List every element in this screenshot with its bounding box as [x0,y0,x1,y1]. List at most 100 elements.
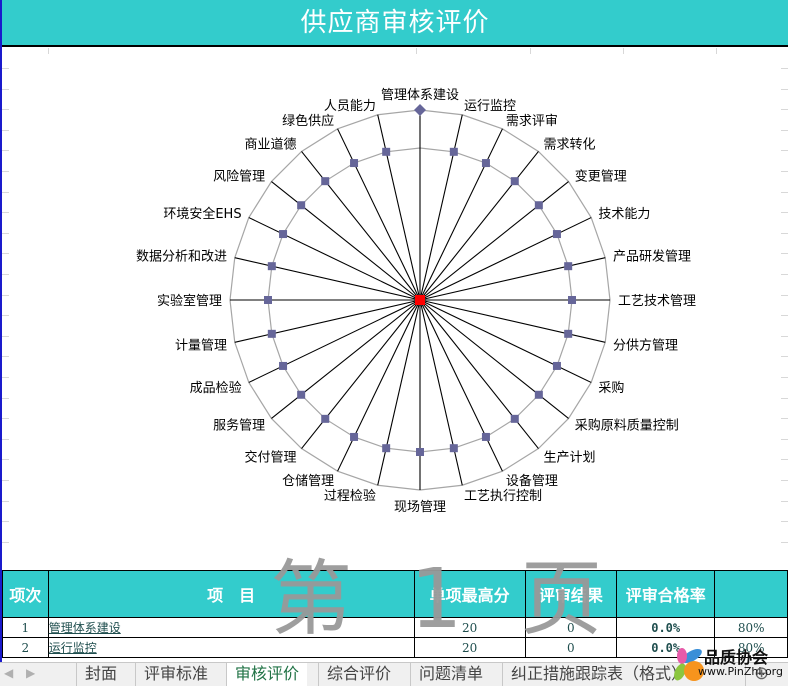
reference-point [321,177,330,186]
radar-spoke [271,299,421,419]
reference-point [321,414,330,423]
category-label: 设备管理 [506,473,558,489]
reference-point [279,230,288,239]
cell-result[interactable]: 0 [524,637,618,658]
category-label: 成品检验 [190,380,242,396]
tab-audit-evaluation[interactable]: 审核评价 [226,663,308,686]
radar-spoke [419,151,539,301]
category-label: 仓储管理 [282,474,334,489]
tab-standards[interactable]: 评审标准 [135,663,216,686]
reference-point-diamond [414,104,426,116]
category-label: 计量管理 [175,339,227,354]
radar-spoke [234,257,421,301]
reference-point [552,361,561,370]
category-label: 人员能力 [324,99,376,114]
category-label: 过程检验 [324,488,376,504]
reference-point [568,296,576,304]
site-logo: 品质协会 www.PinZhi.org [670,642,788,685]
category-label: 工艺执行控制 [464,489,542,504]
category-label: 工艺技术管理 [618,294,696,309]
header-no: 项次 [2,570,49,618]
radar-spoke [419,257,606,301]
reference-point [350,159,359,168]
cell-result[interactable]: 0 [524,617,618,638]
reference-point [481,159,490,168]
reference-point [449,444,458,453]
reference-point [350,432,359,441]
tab-cover[interactable]: 封面 [76,663,125,686]
reference-point [534,390,543,399]
category-label: 采购 [598,380,624,396]
radar-spoke [419,299,463,486]
radar-spoke [301,299,421,449]
category-label: 需求评审 [506,114,558,129]
header-pass-rate: 评审合格率 [616,570,716,618]
radar-spoke [377,299,421,486]
radar-spoke [419,181,569,301]
category-label: 需求转化 [543,138,595,153]
category-label: 生产计划 [543,450,595,465]
reference-point [481,432,490,441]
radar-spoke [419,299,539,449]
reference-point [382,444,391,453]
category-label: 采购原料质量控制 [575,418,679,434]
reference-point [534,201,543,210]
cell-no[interactable]: 2 [2,637,49,658]
cell-pass-rate[interactable]: 0.0% [616,617,716,638]
category-label: 商业道德 [245,138,297,153]
reference-point [279,361,288,370]
category-label: 分供方管理 [613,338,678,354]
logo-petals-icon [674,648,704,681]
cell-max-score[interactable]: 20 [413,637,526,658]
reference-point [564,329,573,338]
header-result: 评审结果 [524,570,618,618]
cell-item[interactable]: 管理体系建设 [47,617,415,638]
tab-issue-list[interactable]: 问题清单 [410,663,491,686]
radar-spoke [301,151,421,301]
category-label: 变更管理 [575,168,627,184]
category-label: 实验室管理 [157,293,222,309]
cell-standard[interactable]: 80% [714,617,788,638]
cell-max-score[interactable]: 20 [413,617,526,638]
radar-spoke [377,114,421,301]
category-label: 数据分析和改进 [136,249,227,264]
header-max-score: 单项最高分 [413,570,526,618]
header-item: 项 目 [47,570,415,618]
reference-point [416,448,424,456]
reference-point [264,296,272,304]
reference-point [510,414,519,423]
reference-point [267,329,276,338]
reference-point [382,147,391,156]
category-label: 技术能力 [598,207,650,222]
reference-point [449,147,458,156]
radar-spoke [271,181,421,301]
cell-item[interactable]: 运行监控 [47,637,415,658]
category-label: 服务管理 [213,418,265,434]
reference-point [297,390,306,399]
tab-corrective-actions[interactable]: 纠正措施跟踪表（格式） [502,663,695,686]
reference-point [564,262,573,271]
radar-chart: 管理体系建设运行监控需求评审需求转化变更管理技术能力产品研发管理工艺技术管理分供… [136,88,696,515]
reference-point [267,262,276,271]
radar-spoke [419,299,569,419]
category-label: 产品研发管理 [613,248,691,264]
category-label: 运行监控 [464,99,516,114]
reference-point [297,201,306,210]
tab-overall-evaluation[interactable]: 综合评价 [318,663,399,686]
tab-scroll-next-icon[interactable]: ▶ [26,666,35,680]
page-title: 供应商审核评价 [2,0,788,47]
category-label: 交付管理 [245,449,297,465]
logo-url[interactable]: www.PinZhi.org [698,665,783,678]
category-label: 风险管理 [213,169,265,184]
actual-point [415,295,425,305]
table-header-row: 项次 项 目 单项最高分 评审结果 评审合格率 [2,570,788,618]
category-label: 现场管理 [394,500,446,515]
header-standard [714,570,788,618]
table-row: 1 管理体系建设 20 0 0.0% 80% [2,617,788,638]
category-label: 绿色供应 [282,113,334,129]
radar-spoke [419,114,463,301]
radar-spoke [419,299,606,343]
reference-point [552,230,561,239]
cell-no[interactable]: 1 [2,617,49,638]
tab-scroll-prev-icon[interactable]: ◀ [4,666,13,680]
